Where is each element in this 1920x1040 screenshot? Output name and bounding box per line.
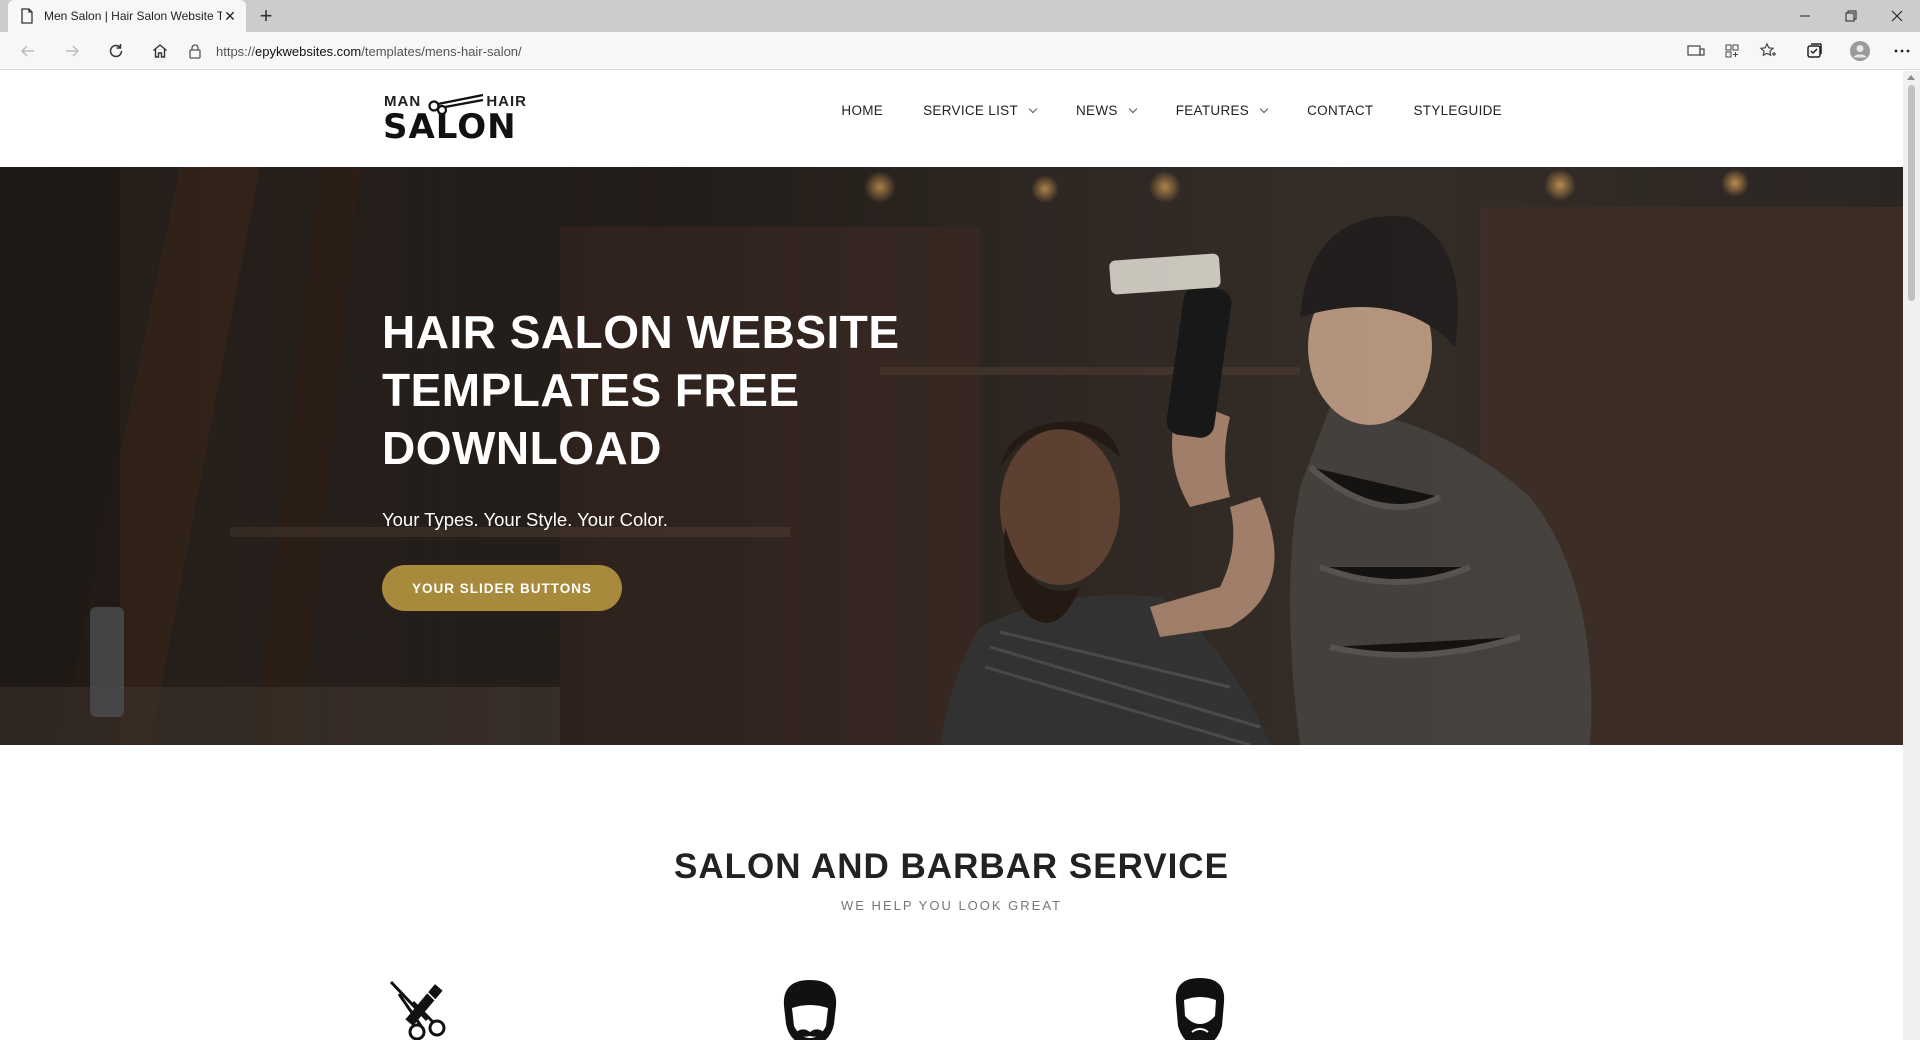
forward-icon[interactable] <box>58 37 86 65</box>
nav-label: HOME <box>841 103 884 118</box>
nav-label: CONTACT <box>1307 103 1374 118</box>
services-subtitle: WE HELP YOU LOOK GREAT <box>841 898 1062 913</box>
nav-item-service-list[interactable]: SERVICE LIST <box>923 103 1038 118</box>
slider-cta-button[interactable]: YOUR SLIDER BUTTONS <box>382 565 622 611</box>
close-window-icon[interactable] <box>1874 0 1920 32</box>
close-tab-icon[interactable]: ✕ <box>222 8 238 24</box>
services-title: SALON AND BARBAR SERVICE <box>674 847 1229 886</box>
mustache-man-icon <box>783 980 837 1040</box>
nav-label: FEATURES <box>1175 103 1250 118</box>
collections-icon[interactable] <box>1796 37 1832 65</box>
lock-icon[interactable] <box>188 43 202 59</box>
tab-title: Men Salon | Hair Salon Website T <box>44 9 222 23</box>
nav-label: SERVICE LIST <box>923 103 1018 118</box>
nav-item-home[interactable]: HOME <box>841 103 883 118</box>
scrollbar-thumb[interactable] <box>1908 85 1915 301</box>
scissors-comb-icon <box>389 980 446 1040</box>
chevron-down-icon <box>1259 104 1269 113</box>
nav-label: STYLEGUIDE <box>1413 103 1502 118</box>
url-text: https://epykwebsites.com/templates/mens-… <box>216 43 522 59</box>
scroll-up-icon[interactable] <box>1907 75 1915 80</box>
minimize-icon[interactable] <box>1782 0 1828 32</box>
logo-text-salon: SALON <box>383 107 517 147</box>
hero-title: HAIR SALON WEBSITE TEMPLATES FREE DOWNLO… <box>382 306 900 474</box>
browser-tab[interactable]: Men Salon | Hair Salon Website T ✕ <box>8 0 246 32</box>
avatar[interactable] <box>1842 37 1878 65</box>
browser-tab-bar: Men Salon | Hair Salon Website T ✕ + <box>0 0 1920 32</box>
hero-overlay <box>0 167 1903 745</box>
new-tab-icon[interactable]: + <box>254 5 278 29</box>
chevron-down-icon <box>1128 104 1137 113</box>
site-logo[interactable]: MAN HAIR SALON <box>383 91 528 147</box>
restore-icon[interactable] <box>1828 0 1874 32</box>
back-icon[interactable] <box>14 37 42 65</box>
chevron-down-icon <box>1028 104 1038 113</box>
favorites-icon[interactable] <box>1750 37 1786 65</box>
nav-item-features[interactable]: FEATURES <box>1175 103 1269 118</box>
browser-toolbar: https://epykwebsites.com/templates/mens-… <box>0 32 1920 70</box>
toolbar-actions <box>1678 37 1920 65</box>
home-icon[interactable] <box>146 37 174 65</box>
page-viewport: MAN HAIR SALON HOME SERVICE LIST NEWS FE… <box>0 71 1903 1040</box>
apps-icon[interactable] <box>1714 37 1750 65</box>
nav-item-contact[interactable]: CONTACT <box>1307 103 1373 118</box>
more-options-icon[interactable] <box>1884 37 1920 65</box>
nav-item-news[interactable]: NEWS <box>1076 103 1137 118</box>
reading-view-icon[interactable] <box>1678 37 1714 65</box>
reload-icon[interactable] <box>102 37 130 65</box>
window-controls <box>1782 0 1920 32</box>
hero-subtitle: Your Types. Your Style. Your Color. <box>382 509 668 530</box>
main-nav: HOME SERVICE LIST NEWS FEATURES CONTACT … <box>801 103 1502 118</box>
page-scrollbar[interactable] <box>1903 71 1920 1040</box>
nav-label: NEWS <box>1076 103 1118 118</box>
hero-slider: HAIR SALON WEBSITE TEMPLATES FREE DOWNLO… <box>0 167 1903 745</box>
address-bar[interactable]: https://epykwebsites.com/templates/mens-… <box>188 36 1668 66</box>
site-header: MAN HAIR SALON HOME SERVICE LIST NEWS FE… <box>0 71 1903 167</box>
nav-item-styleguide[interactable]: STYLEGUIDE <box>1413 103 1502 118</box>
page-icon <box>21 8 33 24</box>
bearded-man-icon <box>1175 978 1225 1040</box>
